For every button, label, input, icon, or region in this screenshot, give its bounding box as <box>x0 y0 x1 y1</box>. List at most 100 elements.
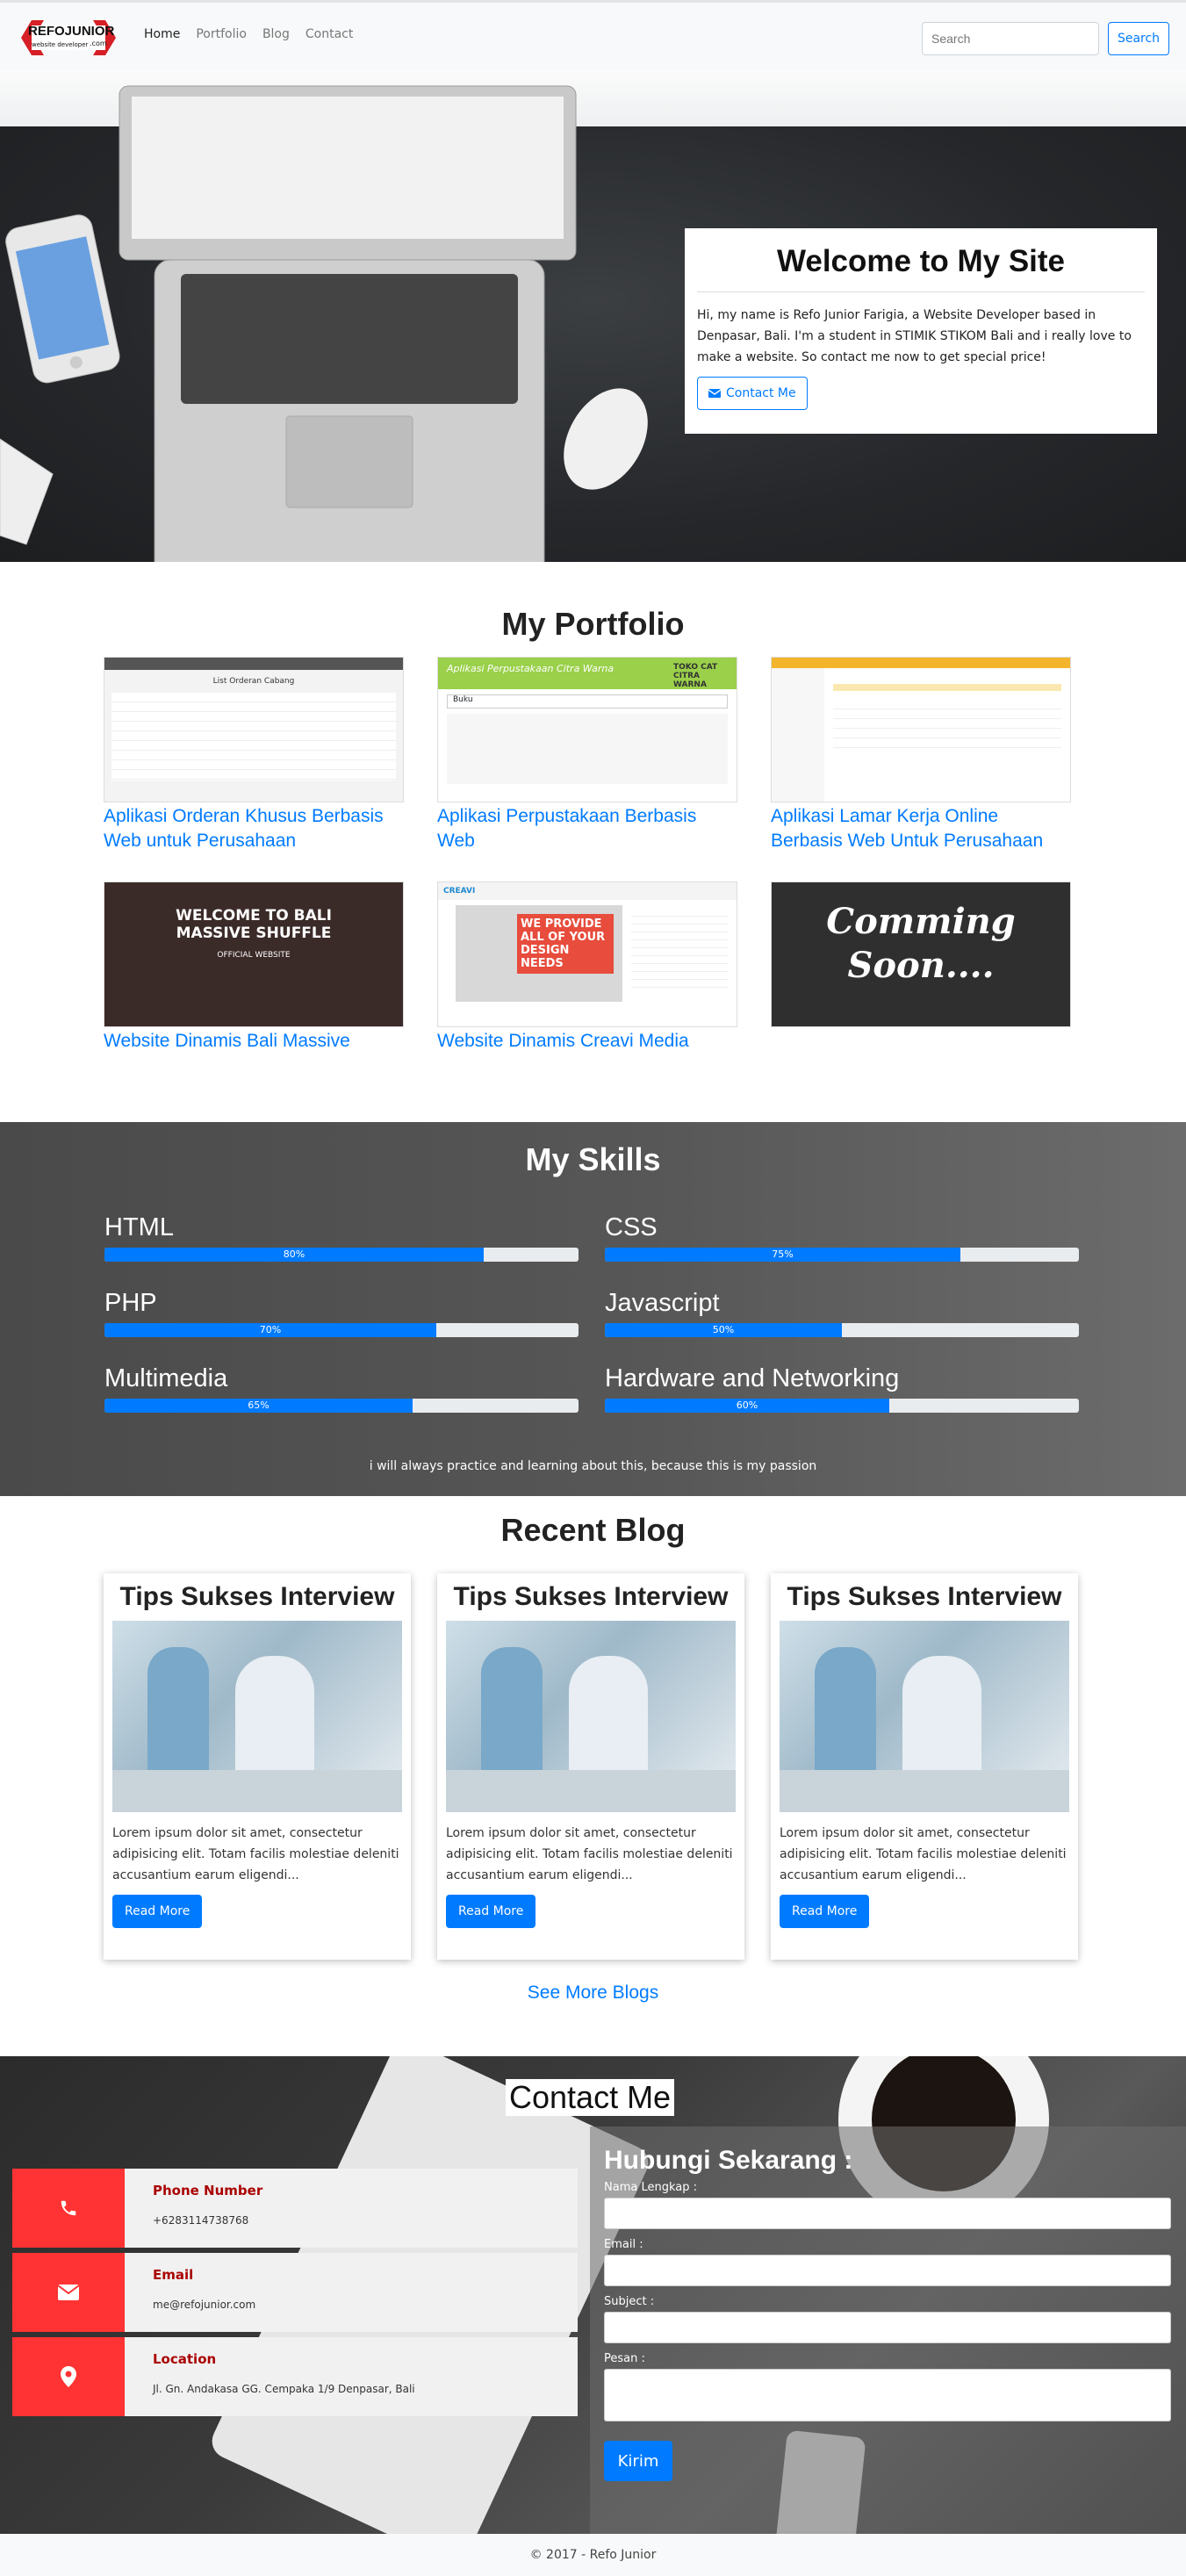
portfolio-caption: Website Dinamis Creavi Media <box>437 1031 689 1051</box>
brand-suffix: .com <box>90 40 107 47</box>
search-button[interactable]: Search <box>1108 22 1169 55</box>
portfolio-thumb-badge: TOKO CAT CITRA WARNA <box>673 663 718 689</box>
skill-javascript: Javascript 50% <box>605 1289 1079 1337</box>
portfolio-thumb: Comming Soon.... <box>771 881 1071 1027</box>
read-more-button[interactable]: Read More <box>112 1895 203 1928</box>
read-more-button[interactable]: Read More <box>446 1895 536 1928</box>
portfolio-item[interactable]: Comming Soon.... <box>771 881 1071 1029</box>
info-value: me@refojunior.com <box>153 2299 256 2311</box>
search-input[interactable] <box>922 22 1099 55</box>
portfolio-thumb-field: Buku <box>447 694 728 709</box>
portfolio-title: My Portfolio <box>501 606 685 642</box>
skills-section: My Skills HTML 80% CSS 75% PHP 70% Javas… <box>0 1122 1186 1496</box>
contact-me-button[interactable]: Contact Me <box>697 377 808 410</box>
brand-name: REFOJUNIOR <box>28 24 115 39</box>
portfolio-caption: Website Dinamis Bali Massive Shuffle <box>104 1031 350 1051</box>
email-input[interactable] <box>604 2255 1171 2286</box>
blog-post-excerpt: Lorem ipsum dolor sit amet, consectetur … <box>446 1826 733 1882</box>
info-location: Location Jl. Gn. Andakasa GG. Cempaka 1/… <box>12 2337 578 2416</box>
blog-card: Tips Sukses Interview Lorem ipsum dolor … <box>437 1573 744 1960</box>
subject-label: Subject : <box>604 2295 655 2308</box>
skill-bar-fill: 70% <box>104 1323 436 1337</box>
nav-links: Home Portfolio Blog Contact <box>144 27 353 41</box>
portfolio-thumb-logo: CREAVI <box>443 887 476 896</box>
hero-section: Welcome to My Site Hi, my name is Refo J… <box>0 70 1186 562</box>
nav-link-portfolio[interactable]: Portfolio <box>196 27 247 41</box>
message-textarea[interactable] <box>604 2369 1171 2421</box>
blog-card: Tips Sukses Interview Lorem ipsum dolor … <box>104 1573 411 1960</box>
portfolio-thumb-title: Comming Soon.... <box>826 901 1016 986</box>
portfolio-thumb-title: WE PROVIDE ALL OF YOUR DESIGN NEEDS <box>517 914 614 974</box>
portfolio-item[interactable]: Aplikasi Lamar Kerja Online Berbasis Web… <box>771 657 1071 853</box>
portfolio-item[interactable]: Aplikasi Perpustakaan Citra Warna TOKO C… <box>437 657 737 853</box>
skill-hardware-networking: Hardware and Networking 60% <box>605 1364 1079 1413</box>
skill-name: Hardware and Networking <box>605 1364 900 1392</box>
welcome-title: Welcome to My Site <box>776 244 1066 278</box>
brand-logo[interactable]: REFOJUNIOR .com website developer <box>12 15 125 61</box>
nav-link-contact[interactable]: Contact <box>305 27 353 41</box>
blog-title: Recent Blog <box>500 1512 686 1548</box>
portfolio-thumb: List Orderan Cabang <box>104 657 404 802</box>
envelope-icon <box>708 389 721 398</box>
portfolio-caption: Aplikasi Orderan Khusus Berbasis Web unt… <box>104 806 384 851</box>
portfolio-caption: Aplikasi Perpustakaan Berbasis Web <box>437 806 697 851</box>
form-heading: Hubungi Sekarang : <box>604 2146 853 2175</box>
skills-note: i will always practice and learning abou… <box>369 1459 817 1473</box>
skill-bar-track: 80% <box>104 1248 579 1262</box>
portfolio-caption: Aplikasi Lamar Kerja Online Berbasis Web… <box>771 806 1044 851</box>
contact-title: Contact Me <box>506 2079 675 2116</box>
skill-bar-fill: 50% <box>605 1323 842 1337</box>
portfolio-thumb-subtitle: OFFICIAL WEBSITE <box>217 951 291 960</box>
portfolio-thumb: WELCOME TO BALI MASSIVE SHUFFLE OFFICIAL… <box>104 881 404 1027</box>
see-more-blogs-link[interactable]: See More Blogs <box>0 1982 1186 2004</box>
portfolio-item[interactable]: CREAVI WE PROVIDE ALL OF YOUR DESIGN NEE… <box>437 881 737 1054</box>
skill-bar-track: 75% <box>605 1248 1079 1262</box>
blog-post-excerpt: Lorem ipsum dolor sit amet, consectetur … <box>112 1826 399 1882</box>
info-value: Jl. Gn. Andakasa GG. Cempaka 1/9 Denpasa… <box>153 2383 415 2395</box>
portfolio-item[interactable]: List Orderan Cabang Aplikasi Orderan Khu… <box>104 657 404 853</box>
blog-post-title: Tips Sukses Interview <box>787 1582 1062 1611</box>
name-input[interactable] <box>604 2198 1171 2229</box>
skill-name: Javascript <box>605 1289 720 1317</box>
skill-name: Multimedia <box>104 1364 228 1392</box>
laptop-image <box>0 85 648 562</box>
blog-image <box>446 1621 736 1812</box>
subject-input[interactable] <box>604 2312 1171 2343</box>
portfolio-thumb: CREAVI WE PROVIDE ALL OF YOUR DESIGN NEE… <box>437 881 737 1027</box>
name-label: Nama Lengkap : <box>604 2181 697 2194</box>
portfolio-item[interactable]: WELCOME TO BALI MASSIVE SHUFFLE OFFICIAL… <box>104 881 404 1054</box>
welcome-box: Welcome to My Site Hi, my name is Refo J… <box>685 228 1157 434</box>
message-label: Pesan : <box>604 2352 645 2365</box>
info-email: Email me@refojunior.com <box>12 2253 578 2332</box>
skill-php: PHP 70% <box>104 1289 579 1337</box>
skill-name: CSS <box>605 1213 658 1241</box>
brand-tagline: website developer <box>32 41 89 48</box>
skill-bar-track: 60% <box>605 1399 1079 1413</box>
skill-name: PHP <box>104 1289 157 1317</box>
email-label: Email : <box>604 2238 643 2251</box>
info-label: Phone Number <box>153 2183 263 2198</box>
skill-bar-track: 50% <box>605 1323 1079 1337</box>
info-value: +6283114738768 <box>153 2214 249 2227</box>
submit-button[interactable]: Kirim <box>604 2441 672 2481</box>
portfolio-thumb: Aplikasi Perpustakaan Citra Warna TOKO C… <box>437 657 737 802</box>
blog-post-excerpt: Lorem ipsum dolor sit amet, consectetur … <box>780 1826 1067 1882</box>
nav-link-home[interactable]: Home <box>144 27 180 41</box>
skill-html: HTML 80% <box>104 1213 579 1262</box>
info-phone: Phone Number +6283114738768 <box>12 2169 578 2248</box>
skill-css: CSS 75% <box>605 1213 1079 1262</box>
blog-post-title: Tips Sukses Interview <box>119 1582 395 1611</box>
skills-title: My Skills <box>525 1141 661 1177</box>
map-marker-icon <box>12 2337 125 2416</box>
skill-bar-fill: 65% <box>104 1399 413 1413</box>
read-more-button[interactable]: Read More <box>780 1895 870 1928</box>
blog-image <box>780 1621 1069 1812</box>
skill-name: HTML <box>104 1213 174 1241</box>
nav-link-blog[interactable]: Blog <box>262 27 290 41</box>
portfolio-thumb-title: List Orderan Cabang <box>212 677 295 686</box>
contact-section: Contact Me Phone Number +6283114738768 E… <box>0 2056 1186 2534</box>
blog-card: Tips Sukses Interview Lorem ipsum dolor … <box>771 1573 1078 1960</box>
footer: © 2017 - Refo Junior <box>0 2534 1186 2576</box>
portfolio-thumb-title: WELCOME TO BALI MASSIVE SHUFFLE <box>176 907 332 942</box>
skill-bar-track: 65% <box>104 1399 579 1413</box>
